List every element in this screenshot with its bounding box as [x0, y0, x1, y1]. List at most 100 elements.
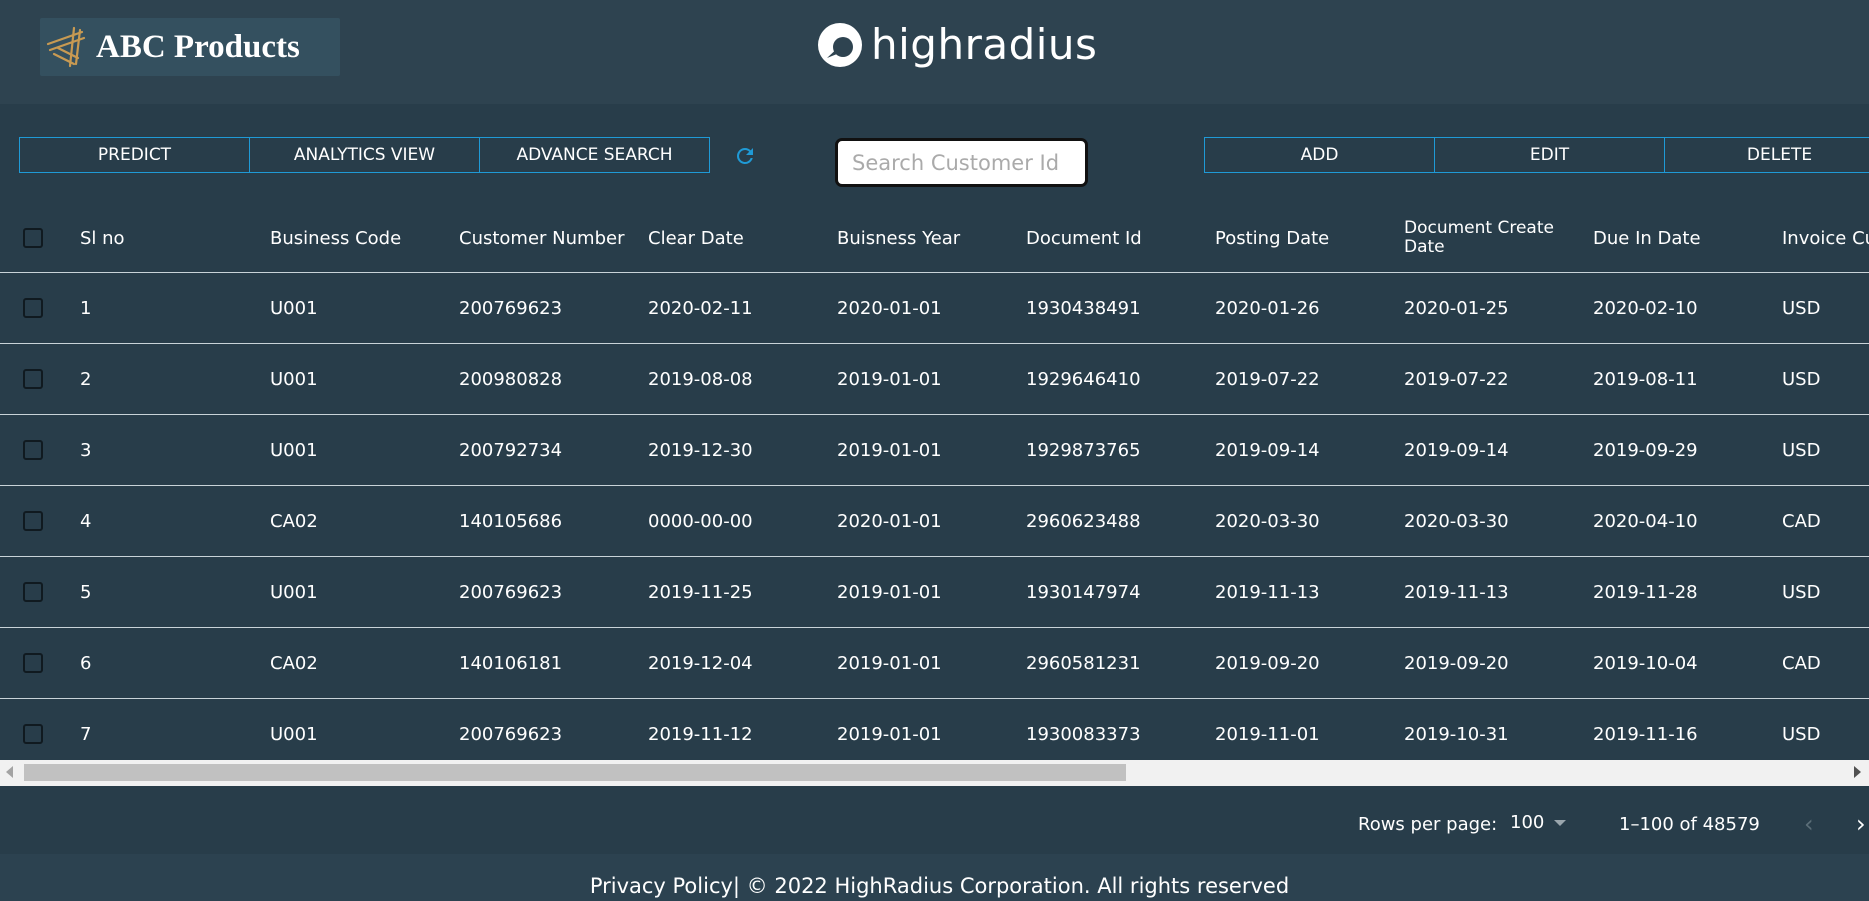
column-header[interactable]: Buisness Year [837, 204, 960, 272]
column-header[interactable]: Due In Date [1593, 204, 1701, 272]
table-cell: 2020-03-30 [1215, 510, 1320, 532]
table-cell: 200980828 [459, 368, 563, 390]
next-page-icon[interactable]: › [1856, 810, 1866, 838]
app-header: ABC Products highradius [0, 0, 1869, 104]
table-cell: 140105686 [459, 510, 563, 532]
row-checkbox[interactable] [23, 724, 43, 744]
scroll-right-arrow-icon[interactable] [1854, 766, 1861, 778]
table-cell: CA02 [270, 652, 318, 674]
table-cell: 2020-01-25 [1404, 297, 1509, 319]
table-cell: 200769623 [459, 581, 563, 603]
table-cell: 2019-01-01 [837, 368, 942, 390]
table-cell: 2020-01-01 [837, 297, 942, 319]
column-header[interactable]: Customer Number [459, 204, 624, 272]
rows-per-page-select[interactable]: 100 [1510, 812, 1567, 833]
table-cell: 2960623488 [1026, 510, 1141, 532]
footer-text: Privacy Policy| © 2022 HighRadius Corpor… [589, 874, 1290, 898]
table-cell: 2019-01-01 [837, 652, 942, 674]
table-cell: 2019-11-12 [648, 723, 753, 745]
table-row[interactable]: 5 U001 200769623 2019-11-25 2019-01-01 193014… [0, 557, 1869, 628]
abc-products-logo: ABC Products [40, 18, 340, 76]
table-cell: 2020-02-11 [648, 297, 753, 319]
horizontal-scrollbar[interactable] [0, 760, 1869, 786]
table-cell: USD [1782, 439, 1821, 461]
analytics-view-button[interactable]: ANALYTICS VIEW [249, 137, 480, 173]
refresh-icon[interactable] [733, 144, 757, 168]
table-body: 1 U001 200769623 2020-02-11 2020-01-01 193043… [0, 273, 1869, 770]
table-cell: 2019-09-14 [1404, 439, 1509, 461]
column-header[interactable]: Clear Date [648, 204, 744, 272]
table-row[interactable]: 4 CA02 140105686 0000-00-00 2020-01-01 296062… [0, 486, 1869, 557]
table-cell: 2019-11-28 [1593, 581, 1698, 603]
table-row[interactable]: 2 U001 200980828 2019-08-08 2019-01-01 192964… [0, 344, 1869, 415]
previous-page-icon[interactable]: ‹ [1804, 810, 1814, 838]
table-cell: 1929646410 [1026, 368, 1141, 390]
table-cell: 2019-12-04 [648, 652, 753, 674]
delete-button[interactable]: DELETE [1664, 137, 1869, 173]
invoice-table: Sl no Business Code Customer Number Clea… [0, 204, 1869, 770]
table-cell: U001 [270, 297, 318, 319]
table-row[interactable]: 1 U001 200769623 2020-02-11 2020-01-01 193043… [0, 273, 1869, 344]
row-checkbox[interactable] [23, 440, 43, 460]
page-range-text: 1–100 of 48579 [1619, 814, 1760, 835]
table-cell: 2020-01-01 [837, 510, 942, 532]
predict-button[interactable]: PREDICT [19, 137, 250, 173]
table-cell: 2019-09-20 [1215, 652, 1320, 674]
row-checkbox[interactable] [23, 511, 43, 531]
left-button-group: PREDICT ANALYTICS VIEW ADVANCE SEARCH [19, 137, 710, 173]
advance-search-button[interactable]: ADVANCE SEARCH [479, 137, 710, 173]
select-all-checkbox[interactable] [23, 228, 43, 248]
column-header[interactable]: Sl no [80, 204, 125, 272]
scroll-left-arrow-icon[interactable] [6, 766, 13, 778]
column-header[interactable]: Posting Date [1215, 204, 1329, 272]
rows-per-page-label: Rows per page: [1358, 814, 1498, 835]
row-checkbox[interactable] [23, 298, 43, 318]
table-cell: 2019-07-22 [1215, 368, 1320, 390]
highradius-logo-text: highradius [871, 19, 1098, 69]
main-panel: PREDICT ANALYTICS VIEW ADVANCE SEARCH AD… [0, 104, 1869, 854]
table-cell: 2019-08-11 [1593, 368, 1698, 390]
table-cell: 2020-02-10 [1593, 297, 1698, 319]
column-header[interactable]: Business Code [270, 204, 401, 272]
search-customer-input[interactable] [835, 138, 1088, 187]
pagination: Rows per page: 100 1–100 of 48579 ‹ › [0, 804, 1869, 844]
column-header[interactable]: Document Id [1026, 204, 1142, 272]
table-cell: USD [1782, 723, 1821, 745]
table-cell: 3 [80, 439, 92, 461]
table-cell: 2019-11-13 [1215, 581, 1320, 603]
table-cell: USD [1782, 297, 1821, 319]
table-cell: 2019-11-25 [648, 581, 753, 603]
table-row[interactable]: 3 U001 200792734 2019-12-30 2019-01-01 192987… [0, 415, 1869, 486]
highradius-mark-icon [818, 23, 862, 67]
row-checkbox[interactable] [23, 582, 43, 602]
add-button[interactable]: ADD [1204, 137, 1435, 173]
row-checkbox[interactable] [23, 653, 43, 673]
table-cell: 200792734 [459, 439, 563, 461]
table-cell: 1929873765 [1026, 439, 1141, 461]
abc-brand-mark-icon [46, 26, 86, 68]
table-cell: 1930438491 [1026, 297, 1141, 319]
table-cell: 200769623 [459, 297, 563, 319]
table-cell: 2019-01-01 [837, 439, 942, 461]
scrollbar-thumb[interactable] [24, 764, 1126, 781]
edit-button[interactable]: EDIT [1434, 137, 1665, 173]
rows-per-page-value: 100 [1510, 812, 1545, 833]
table-cell: 2020-03-30 [1404, 510, 1509, 532]
table-cell: 200769623 [459, 723, 563, 745]
table-cell: 2020-01-26 [1215, 297, 1320, 319]
table-cell: 2020-04-10 [1593, 510, 1698, 532]
column-header[interactable]: Invoice Cu [1782, 204, 1869, 272]
table-cell: 2019-01-01 [837, 581, 942, 603]
table-cell: CA02 [270, 510, 318, 532]
row-checkbox[interactable] [23, 369, 43, 389]
table-cell: U001 [270, 723, 318, 745]
table-cell: 2019-11-16 [1593, 723, 1698, 745]
caret-down-icon [1554, 819, 1567, 826]
table-row[interactable]: 6 CA02 140106181 2019-12-04 2019-01-01 296058… [0, 628, 1869, 699]
table-cell: 2019-10-31 [1404, 723, 1509, 745]
table-cell: 2019-11-01 [1215, 723, 1320, 745]
column-header[interactable]: Document Create Date [1404, 204, 1564, 272]
table-cell: U001 [270, 581, 318, 603]
brand-name: ABC Products [96, 28, 300, 65]
table-cell: 2019-08-08 [648, 368, 753, 390]
